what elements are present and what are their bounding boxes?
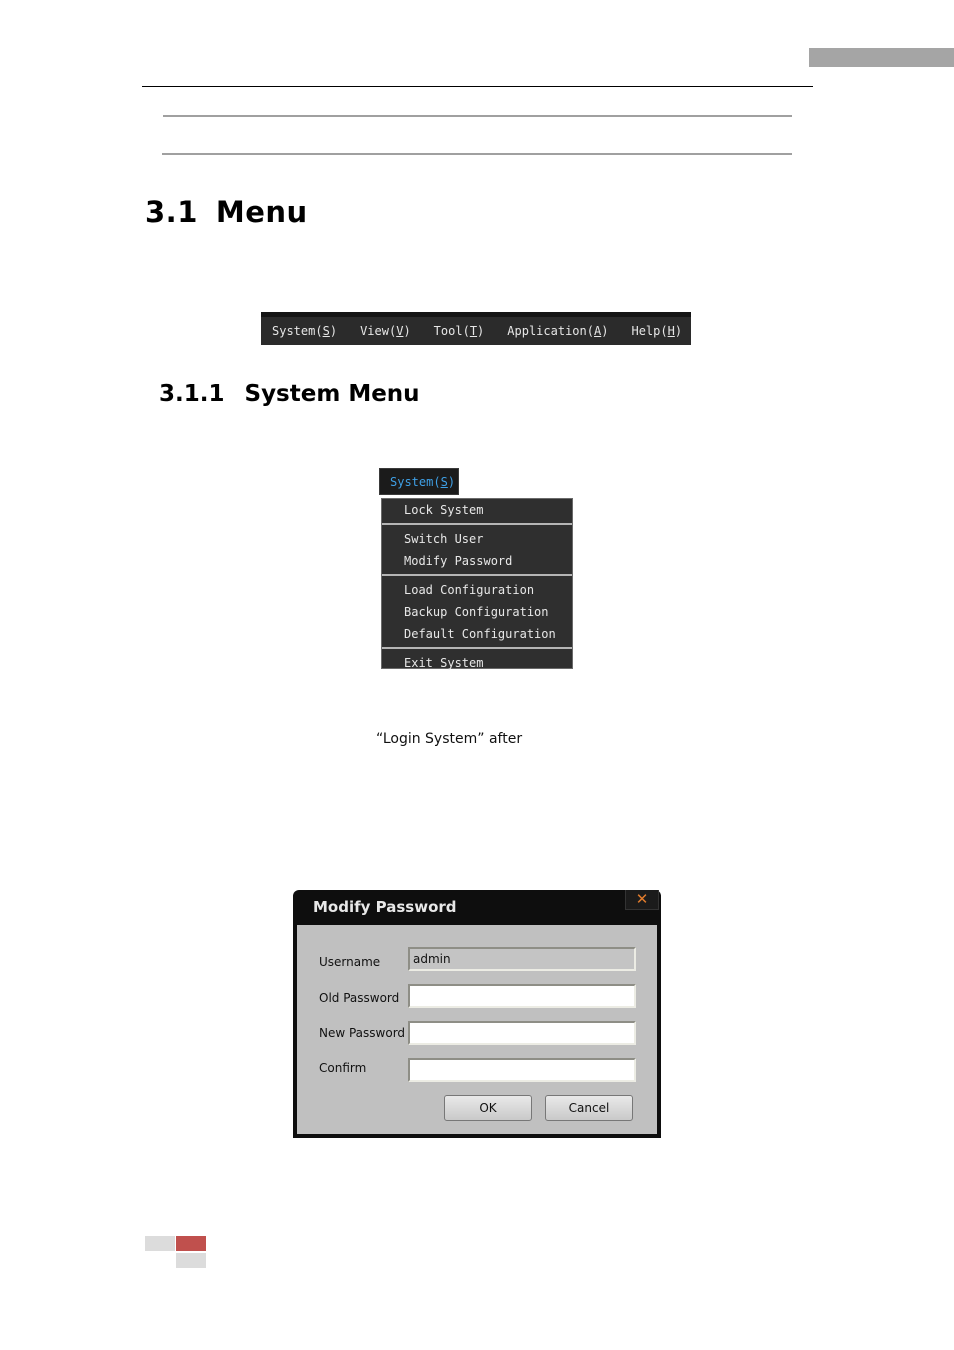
old-password-field[interactable] xyxy=(408,984,636,1008)
menu-label: Tool xyxy=(433,324,463,338)
menu-separator xyxy=(382,523,572,525)
menu-application[interactable]: Application(A) xyxy=(496,324,608,338)
menu-label: View xyxy=(360,324,389,338)
system-menu-dropdown: Lock System Switch User Modify Password … xyxy=(381,498,573,670)
footer-decoration-red xyxy=(176,1236,206,1251)
menu-separator xyxy=(382,647,572,649)
menu-accel: A xyxy=(594,324,602,338)
trigger-accel: S xyxy=(440,474,448,489)
footer-decoration-gray xyxy=(145,1236,175,1251)
menu-item-modify-password[interactable]: Modify Password xyxy=(382,550,572,572)
divider-bottom xyxy=(162,153,792,155)
ok-button[interactable]: OK xyxy=(444,1095,532,1121)
menu-accel: T xyxy=(469,324,478,338)
menu-item-default-configuration[interactable]: Default Configuration xyxy=(382,623,572,645)
menu-accel: S xyxy=(322,324,330,338)
subsection-heading: 3.1.1 System Menu xyxy=(159,381,420,407)
close-icon[interactable]: ✕ xyxy=(625,890,659,910)
modify-password-dialog: Modify Password ✕ Username Old Password … xyxy=(293,890,661,1138)
menu-tool[interactable]: Tool(T) xyxy=(423,324,485,338)
menu-separator xyxy=(382,574,572,576)
divider-top xyxy=(163,115,792,117)
menu-accel: H xyxy=(667,324,675,338)
menu-item-lock-system[interactable]: Lock System xyxy=(382,499,572,521)
username-field[interactable] xyxy=(408,947,636,971)
header-tab-decoration xyxy=(809,48,954,67)
trigger-label: System xyxy=(390,474,434,489)
section-title: Menu xyxy=(215,195,308,229)
menubar-screenshot: System(S) View(V) Tool(T) Application(A)… xyxy=(261,312,691,345)
menu-label: Help xyxy=(631,324,661,338)
subsection-number: 3.1.1 xyxy=(159,381,225,407)
menu-label: Application xyxy=(507,324,587,338)
cancel-button[interactable]: Cancel xyxy=(545,1095,633,1121)
dialog-body: Username Old Password New Password Confi… xyxy=(297,925,657,1134)
section-heading: 3.1 Menu xyxy=(145,195,308,229)
system-menu-trigger[interactable]: System(S) xyxy=(379,468,459,495)
menu-item-load-configuration[interactable]: Load Configuration xyxy=(382,579,572,601)
old-password-label: Old Password xyxy=(319,991,400,1005)
menu-view[interactable]: View(V) xyxy=(349,324,411,338)
body-text-fragment: “Login System” after xyxy=(376,731,523,747)
menu-label: System xyxy=(272,324,316,338)
menu-item-switch-user[interactable]: Switch User xyxy=(382,528,572,550)
header-rule xyxy=(142,86,813,87)
new-password-label: New Password xyxy=(319,1026,406,1040)
username-label: Username xyxy=(319,955,381,969)
menu-help[interactable]: Help(H) xyxy=(620,324,682,338)
menu-item-exit-system[interactable]: Exit System xyxy=(382,652,572,674)
footer-decoration-gray xyxy=(176,1253,206,1268)
dialog-title: Modify Password xyxy=(313,898,457,916)
menu-accel: V xyxy=(396,324,404,338)
confirm-label: Confirm xyxy=(319,1061,367,1075)
confirm-password-field[interactable] xyxy=(408,1058,636,1082)
section-number: 3.1 xyxy=(145,195,198,229)
menu-system[interactable]: System(S) xyxy=(261,324,337,338)
subsection-title: System Menu xyxy=(244,381,420,407)
new-password-field[interactable] xyxy=(408,1021,636,1045)
menu-item-backup-configuration[interactable]: Backup Configuration xyxy=(382,601,572,623)
